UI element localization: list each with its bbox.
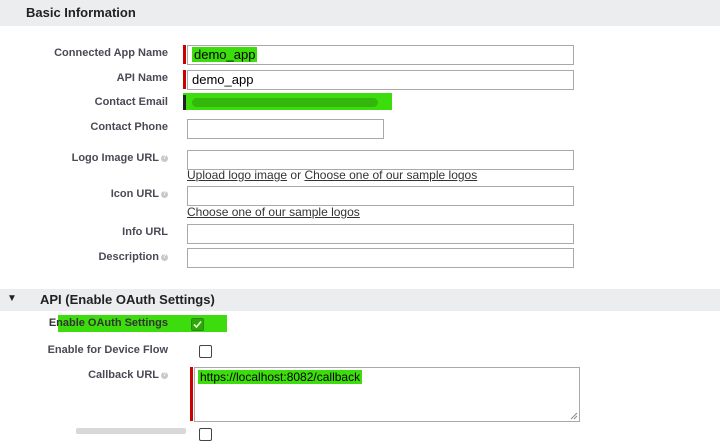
help-icon[interactable]: ? [161,154,168,162]
required-indicator [190,367,193,421]
contact-email-label: Contact Email [94,96,168,108]
contact-email-input[interactable] [187,94,387,110]
connected-app-name-value: demo_app [192,47,258,62]
enable-oauth-label: Enable OAuth Settings [48,317,168,329]
api-name-label: API Name [116,72,168,84]
info-url-label: Info URL [122,226,168,238]
api-oauth-title: API (Enable OAuth Settings) [40,292,215,307]
api-oauth-header[interactable]: ▼ API (Enable OAuth Settings) [0,289,720,311]
icon-sample-logos-link[interactable]: Choose one of our sample logos [187,205,360,219]
connected-app-name-label: Connected App Name [54,47,168,59]
check-icon [193,320,202,329]
sample-logos-link[interactable]: Choose one of our sample logos [304,168,477,182]
required-indicator [183,70,186,89]
basic-information-title: Basic Information [26,5,136,20]
cut-off-label [76,428,186,434]
logo-image-url-input[interactable] [187,150,574,170]
callback-url-label: Callback URL? [88,369,168,381]
callback-url-textarea[interactable]: https://localhost:8082/callback [194,367,580,422]
description-label: Description? [98,251,168,263]
callback-url-value: https://localhost:8082/callback [198,370,363,384]
icon-url-label: Icon URL? [110,188,168,200]
collapse-triangle-icon[interactable]: ▼ [7,293,17,304]
required-indicator [183,45,186,64]
or-text: or [290,168,302,182]
help-icon[interactable]: ? [161,190,168,198]
resize-handle-icon[interactable] [570,412,578,420]
icon-url-input[interactable] [187,186,574,206]
help-icon[interactable]: ? [161,253,168,261]
connected-app-name-input[interactable]: demo_app [187,45,574,65]
device-flow-checkbox[interactable] [199,345,212,358]
icon-links: Choose one of our sample logos [187,205,360,219]
logo-image-url-label: Logo Image URL? [71,152,168,164]
enable-oauth-checkbox[interactable] [191,318,204,331]
api-name-value: demo_app [192,72,254,87]
info-url-input[interactable] [187,224,574,244]
contact-phone-label: Contact Phone [90,121,168,133]
device-flow-label: Enable for Device Flow [47,344,168,356]
basic-information-header: Basic Information [0,0,720,26]
logo-links: Upload logo image or Choose one of our s… [187,168,477,182]
description-input[interactable] [187,248,574,268]
upload-logo-link[interactable]: Upload logo image [187,168,287,182]
help-icon[interactable]: ? [161,371,168,379]
contact-phone-input[interactable] [187,119,384,139]
cut-off-checkbox[interactable] [199,428,212,441]
api-name-input[interactable]: demo_app [187,70,574,90]
required-indicator [183,95,186,110]
